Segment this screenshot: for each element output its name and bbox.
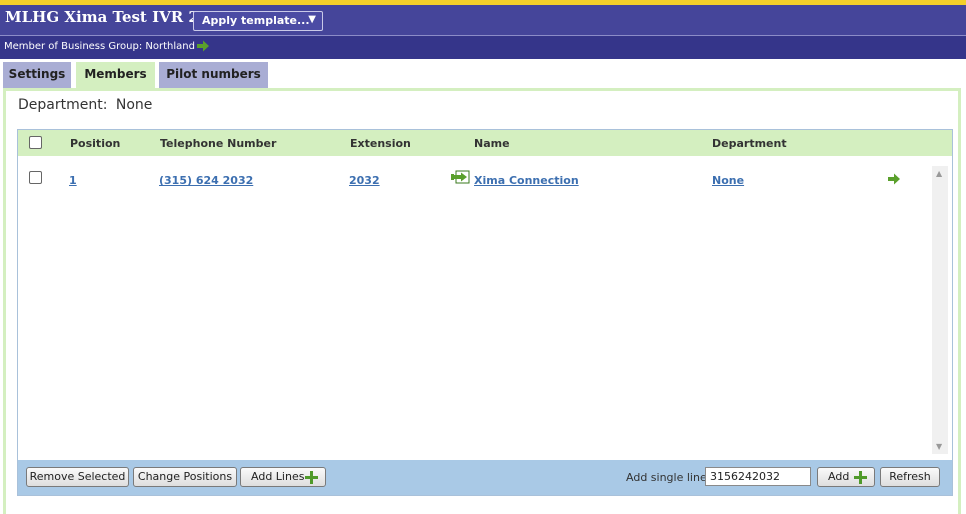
add-label: Add — [828, 470, 850, 483]
members-panel: Department: None Position Telephone Numb… — [3, 88, 961, 514]
tab-members[interactable]: Members — [76, 62, 155, 88]
business-group-label: Member of Business Group: Northland — [4, 41, 195, 52]
arrow-right-icon[interactable] — [887, 172, 901, 189]
column-header-extension[interactable]: Extension — [350, 137, 411, 150]
arrow-right-icon[interactable] — [196, 39, 210, 56]
scroll-up-icon[interactable]: ▲ — [936, 169, 942, 178]
row-checkbox[interactable] — [29, 171, 42, 184]
scroll-down-icon[interactable]: ▼ — [936, 442, 942, 451]
members-grid: Position Telephone Number Extension Name… — [17, 129, 953, 496]
remove-selected-button[interactable]: Remove Selected — [26, 467, 129, 487]
add-lines-label: Add Lines — [251, 470, 305, 483]
grid-footer-toolbar: Remove Selected Change Positions Add Lin… — [18, 460, 952, 495]
add-single-line-label: Add single line: — [626, 471, 711, 484]
department-link[interactable]: None — [712, 174, 744, 187]
department-value: None — [115, 97, 153, 113]
add-single-line-input[interactable] — [705, 467, 811, 486]
grid-header: Position Telephone Number Extension Name… — [18, 130, 952, 156]
column-header-department[interactable]: Department — [712, 137, 787, 150]
department-label: Department: — [18, 97, 108, 113]
add-lines-button[interactable]: Add Lines — [240, 467, 326, 487]
page-title: MLHG Xima Test IVR 2 — [5, 8, 199, 26]
column-header-telephone[interactable]: Telephone Number — [160, 137, 276, 150]
apply-template-dropdown[interactable]: Apply template... ▼ — [193, 11, 323, 31]
change-positions-button[interactable]: Change Positions — [133, 467, 237, 487]
telephone-link[interactable]: (315) 624 2032 — [159, 174, 253, 187]
business-group-bar: Member of Business Group: Northland — [0, 35, 966, 59]
top-header-bar: MLHG Xima Test IVR 2 Apply template... ▼ — [0, 0, 966, 35]
apply-template-label: Apply template... — [202, 14, 310, 27]
refresh-button[interactable]: Refresh — [880, 467, 940, 487]
extension-link[interactable]: 2032 — [349, 174, 380, 187]
name-link[interactable]: Xima Connection — [474, 174, 579, 187]
column-header-position[interactable]: Position — [70, 137, 120, 150]
caret-down-icon: ▼ — [308, 14, 316, 25]
tab-pilot-numbers[interactable]: Pilot numbers — [159, 62, 268, 88]
position-link[interactable]: 1 — [69, 174, 77, 187]
tab-settings[interactable]: Settings — [3, 62, 71, 88]
add-button[interactable]: Add — [817, 467, 875, 487]
column-header-name[interactable]: Name — [474, 137, 510, 150]
connection-icon — [451, 170, 470, 187]
select-all-checkbox[interactable] — [29, 136, 42, 149]
plus-icon — [305, 471, 318, 487]
department-heading: Department: None — [18, 97, 152, 113]
plus-icon — [854, 471, 867, 487]
table-row: 1 (315) 624 2032 2032 Xima Connection No… — [18, 166, 928, 190]
vertical-scrollbar[interactable]: ▲ ▼ — [932, 166, 948, 454]
